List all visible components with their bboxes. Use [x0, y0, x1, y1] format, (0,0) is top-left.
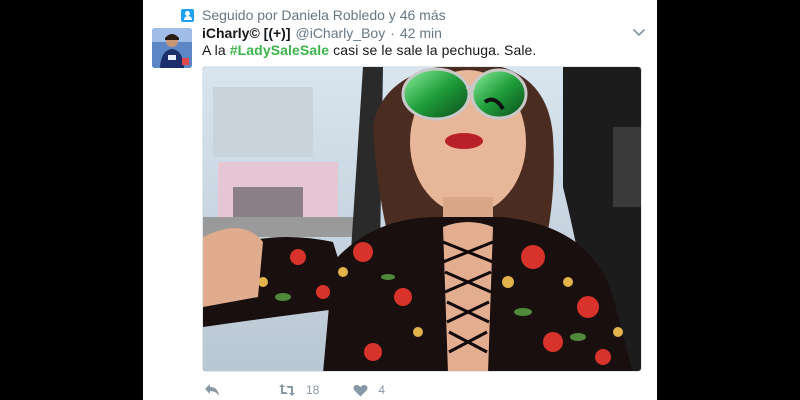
chevron-down-icon[interactable] — [633, 28, 645, 38]
tweet-actions: 18 4 — [202, 381, 385, 399]
retweet-icon — [279, 384, 295, 396]
user-handle[interactable]: @iCharly_Boy — [296, 25, 386, 41]
tweet-media[interactable] — [202, 66, 642, 372]
reply-button[interactable] — [204, 383, 220, 397]
tweet-text: A la #LadySaleSale casi se le sale la pe… — [202, 42, 536, 58]
retweet-button[interactable]: 18 — [278, 383, 319, 397]
social-context: Seguido por Daniela Robledo y 46 más — [181, 6, 446, 24]
social-context-text: Seguido por Daniela Robledo y 46 más — [202, 7, 446, 23]
like-count: 4 — [378, 383, 386, 397]
like-button[interactable]: 4 — [353, 383, 385, 397]
tweet-header: iCharly© [(+)] @iCharly_Boy · 42 min — [202, 25, 647, 43]
tweet-card[interactable]: Seguido por Daniela Robledo y 46 más iCh… — [143, 0, 657, 400]
avatar-image — [152, 28, 192, 68]
tweet-timestamp[interactable]: 42 min — [400, 25, 442, 41]
retweet-count: 18 — [306, 383, 320, 397]
separator-dot: · — [390, 25, 395, 41]
display-name[interactable]: iCharly© [(+)] — [202, 25, 291, 41]
media-image — [203, 67, 641, 371]
heart-icon — [353, 384, 368, 396]
follow-user-icon — [181, 8, 194, 22]
tweet-text-suffix: casi se le sale la pechuga. Sale. — [329, 42, 537, 58]
tweet-text-prefix: A la — [202, 42, 230, 58]
reply-icon — [205, 384, 219, 396]
hashtag-link[interactable]: #LadySaleSale — [230, 42, 329, 58]
avatar[interactable] — [152, 28, 192, 68]
